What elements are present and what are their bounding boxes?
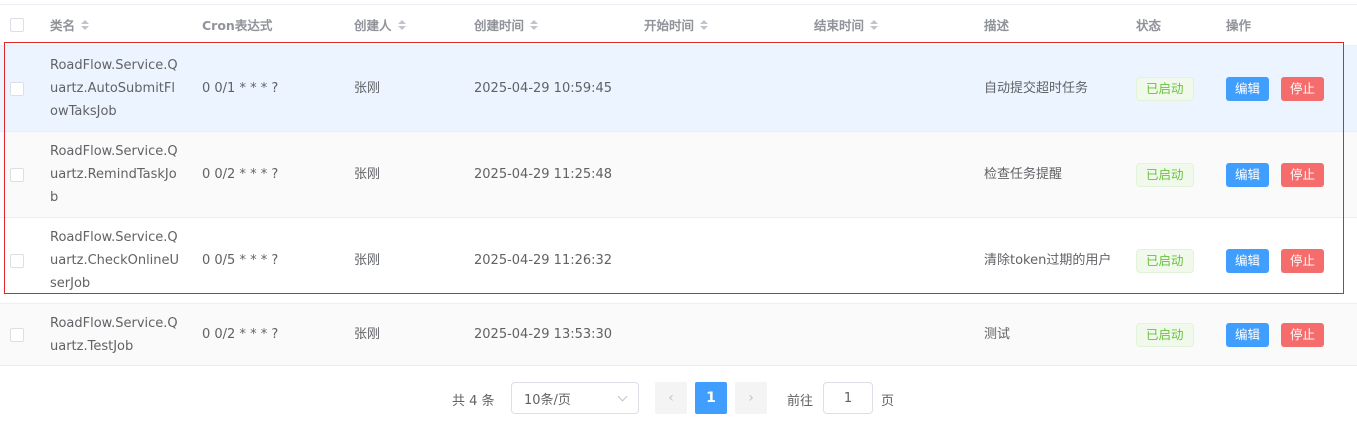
cell-status: 已启动 (1136, 46, 1216, 131)
header-start-time[interactable]: 开始时间 (644, 5, 804, 45)
page-label: 页 (881, 394, 895, 409)
status-badge: 已启动 (1136, 322, 1194, 347)
cell-actions: 编辑 停止 (1226, 46, 1346, 131)
cell-creator: 张刚 (354, 81, 381, 96)
sort-icon[interactable] (81, 20, 90, 30)
cell-class-name: RoadFlow.Service.Quartz.RemindTaskJob (50, 144, 178, 205)
stop-button[interactable]: 停止 (1281, 162, 1325, 187)
row-checkbox[interactable] (10, 167, 24, 182)
status-badge: 已启动 (1136, 162, 1194, 187)
row-select[interactable] (10, 46, 26, 131)
header-cron: Cron表达式 (202, 17, 273, 33)
cell-class-name: RoadFlow.Service.Quartz.TestJob (50, 315, 178, 354)
table-row: RoadFlow.Service.Quartz.RemindTaskJob 0 … (0, 132, 1357, 218)
row-select[interactable] (10, 304, 26, 365)
cell-create-time: 2025-04-29 11:26:32 (474, 253, 613, 268)
cell-create-time: 2025-04-29 10:59:45 (474, 81, 613, 96)
table-row: RoadFlow.Service.Quartz.AutoSubmitFlowTa… (0, 46, 1357, 132)
header-create-time[interactable]: 创建时间 (474, 5, 634, 45)
cell-cron: 0 0/2 * * * ? (202, 327, 279, 342)
header-class-name[interactable]: 类名 (50, 5, 182, 45)
cell-end-time (814, 46, 974, 131)
row-checkbox[interactable] (10, 327, 24, 342)
cell-end-time (814, 132, 974, 217)
cell-start-time (644, 46, 804, 131)
cell-cron: 0 0/1 * * * ? (202, 81, 279, 96)
cell-class-name: RoadFlow.Service.Quartz.AutoSubmitFlowTa… (50, 58, 178, 119)
row-select[interactable] (10, 132, 26, 217)
cell-creator: 张刚 (354, 253, 381, 268)
select-all-checkbox[interactable] (10, 18, 24, 32)
row-checkbox[interactable] (10, 253, 24, 268)
stop-button[interactable]: 停止 (1281, 76, 1325, 101)
cell-actions: 编辑 停止 (1226, 132, 1346, 217)
pagination-total: 共 4 条 (452, 394, 495, 409)
cell-actions: 编辑 停止 (1226, 304, 1346, 365)
cell-description: 清除token过期的用户 (984, 253, 1112, 268)
cell-start-time (644, 218, 804, 303)
cell-description: 测试 (984, 327, 1011, 342)
header-description: 描述 (984, 17, 1010, 33)
sort-icon[interactable] (397, 20, 406, 30)
edit-button[interactable]: 编辑 (1226, 76, 1270, 101)
cell-start-time (644, 132, 804, 217)
cell-creator: 张刚 (354, 167, 381, 182)
cell-actions: 编辑 停止 (1226, 218, 1346, 303)
table-header: 类名 Cron表达式 创建人 创建时间 开始时间 结束时间 描述 状态 操作 (0, 4, 1357, 46)
cell-status: 已启动 (1136, 304, 1216, 365)
edit-button[interactable]: 编辑 (1226, 162, 1270, 187)
header-creator[interactable]: 创建人 (354, 5, 464, 45)
sort-icon[interactable] (530, 20, 539, 30)
cell-creator: 张刚 (354, 327, 381, 342)
table-row: RoadFlow.Service.Quartz.CheckOnlineUserJ… (0, 218, 1357, 304)
header-end-time[interactable]: 结束时间 (814, 5, 974, 45)
cell-create-time: 2025-04-29 13:53:30 (474, 327, 613, 342)
sort-icon[interactable] (700, 20, 709, 30)
pagination: 共 4 条 10条/页 ‹ 1 › 前往 页 (0, 382, 1357, 416)
stop-button[interactable]: 停止 (1281, 248, 1325, 273)
cell-description: 检查任务提醒 (984, 167, 1063, 182)
goto-label: 前往 (787, 394, 814, 409)
edit-button[interactable]: 编辑 (1226, 322, 1270, 347)
sort-icon[interactable] (870, 20, 879, 30)
cell-end-time (814, 218, 974, 303)
cell-create-time: 2025-04-29 11:25:48 (474, 167, 613, 182)
cell-cron: 0 0/5 * * * ? (202, 253, 279, 268)
cell-class-name: RoadFlow.Service.Quartz.CheckOnlineUserJ… (50, 230, 180, 291)
table-row: RoadFlow.Service.Quartz.TestJob 0 0/2 * … (0, 304, 1357, 366)
header-actions: 操作 (1226, 17, 1252, 33)
row-checkbox[interactable] (10, 81, 24, 96)
goto-page-input[interactable] (823, 382, 873, 414)
stop-button[interactable]: 停止 (1281, 322, 1325, 347)
page-size-select[interactable]: 10条/页 (511, 382, 639, 414)
cell-end-time (814, 304, 974, 365)
cell-cron: 0 0/2 * * * ? (202, 167, 279, 182)
header-select-all[interactable] (10, 5, 26, 45)
cell-status: 已启动 (1136, 218, 1216, 303)
status-badge: 已启动 (1136, 248, 1194, 273)
edit-button[interactable]: 编辑 (1226, 248, 1270, 273)
page-number-current[interactable]: 1 (695, 382, 727, 414)
cell-status: 已启动 (1136, 132, 1216, 217)
cell-description: 自动提交超时任务 (984, 81, 1089, 96)
header-status: 状态 (1136, 17, 1162, 33)
row-select[interactable] (10, 218, 26, 303)
cell-start-time (644, 304, 804, 365)
chevron-down-icon (617, 391, 628, 402)
status-badge: 已启动 (1136, 76, 1194, 101)
next-page-button[interactable]: › (735, 382, 767, 414)
prev-page-button[interactable]: ‹ (655, 382, 687, 414)
page-size-value: 10条/页 (524, 392, 571, 408)
